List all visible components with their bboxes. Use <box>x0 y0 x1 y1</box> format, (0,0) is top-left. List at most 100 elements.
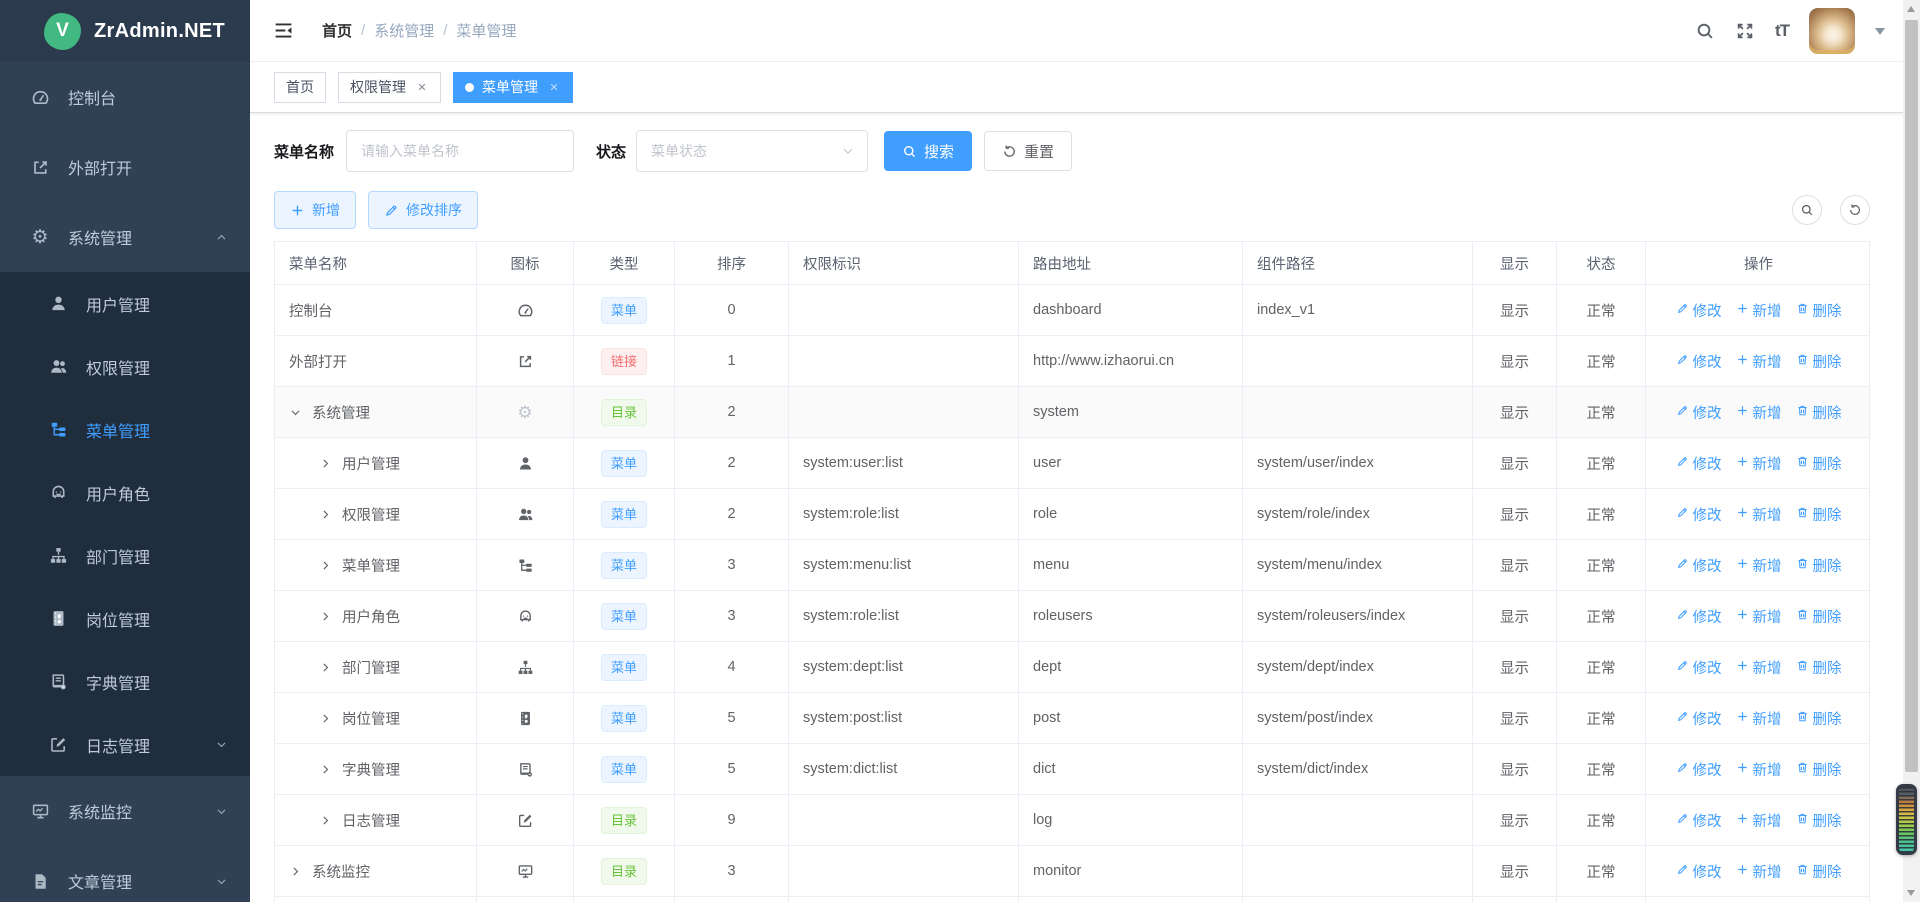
edit-link[interactable]: 修改 <box>1676 810 1722 831</box>
page-scrollbar[interactable] <box>1903 0 1920 902</box>
expand-row-icon[interactable] <box>319 814 342 827</box>
header-search-icon[interactable] <box>1695 21 1715 41</box>
expand-row-icon[interactable] <box>319 763 342 776</box>
delete-link[interactable]: 删除 <box>1796 555 1842 576</box>
add-link[interactable]: 新增 <box>1736 504 1782 525</box>
expand-row-icon[interactable] <box>319 610 342 623</box>
delete-link[interactable]: 删除 <box>1796 453 1842 474</box>
hamburger-icon[interactable] <box>273 20 294 41</box>
add-link[interactable]: 新增 <box>1736 402 1782 423</box>
trash-icon <box>1796 659 1809 676</box>
navbar-actions: tT <box>1695 8 1885 54</box>
expand-row-icon[interactable] <box>319 559 342 572</box>
edit-link[interactable]: 修改 <box>1676 351 1722 372</box>
sidebar-item-perm-mgmt[interactable]: 权限管理 <box>0 335 250 398</box>
dict-icon <box>517 761 534 778</box>
add-link[interactable]: 新增 <box>1736 453 1782 474</box>
add-link[interactable]: 新增 <box>1736 759 1782 780</box>
expand-row-icon[interactable] <box>319 457 342 470</box>
expand-row-icon[interactable] <box>319 712 342 725</box>
sort-edit-button[interactable]: 修改排序 <box>368 191 478 229</box>
sidebar-item-dept-mgmt[interactable]: 部门管理 <box>0 524 250 587</box>
tab-perm-mgmt[interactable]: 权限管理 <box>338 72 441 103</box>
delete-link[interactable]: 删除 <box>1796 657 1842 678</box>
type-tag: 菜单 <box>601 705 647 732</box>
add-link[interactable]: 新增 <box>1736 351 1782 372</box>
avatar[interactable] <box>1809 8 1855 54</box>
close-icon[interactable] <box>546 80 561 95</box>
permission-cell: system:dict:list <box>789 744 1019 794</box>
expand-row-icon[interactable] <box>319 661 342 674</box>
sidebar-item-dict-mgmt[interactable]: 字典管理 <box>0 650 250 713</box>
delete-link[interactable]: 删除 <box>1796 708 1842 729</box>
edit-link[interactable]: 修改 <box>1676 555 1722 576</box>
status-cell: 正常 <box>1557 693 1646 743</box>
table-refresh-button[interactable] <box>1840 195 1870 225</box>
sidebar-item-user-role[interactable]: 用户角色 <box>0 461 250 524</box>
add-link[interactable]: 新增 <box>1736 861 1782 882</box>
add-link[interactable]: 新增 <box>1736 657 1782 678</box>
add-link[interactable]: 新增 <box>1736 708 1782 729</box>
tab-menu-mgmt[interactable]: 菜单管理 <box>453 72 573 103</box>
sidebar-item-external-open[interactable]: 外部打开 <box>0 132 250 202</box>
menu-icon-cell <box>477 438 574 488</box>
font-size-icon[interactable]: tT <box>1775 21 1789 41</box>
menu-type-cell: 菜单 <box>574 591 675 641</box>
menu-type-cell: 菜单 <box>574 285 675 335</box>
tab-home[interactable]: 首页 <box>274 72 326 103</box>
app-logo[interactable]: V ZrAdmin.NET <box>0 0 250 62</box>
add-button[interactable]: 新增 <box>274 191 356 229</box>
delete-link[interactable]: 删除 <box>1796 861 1842 882</box>
edit-link[interactable]: 修改 <box>1676 453 1722 474</box>
close-icon[interactable] <box>414 80 429 95</box>
edit-link[interactable]: 修改 <box>1676 504 1722 525</box>
breadcrumb-item-home[interactable]: 首页 <box>322 20 352 41</box>
sidebar-item-dashboard[interactable]: 控制台 <box>0 62 250 132</box>
menu-name-input[interactable] <box>346 130 574 172</box>
sidebar-item-post-mgmt[interactable]: 岗位管理 <box>0 587 250 650</box>
expand-row-icon[interactable] <box>289 865 312 878</box>
collapse-row-icon[interactable] <box>289 406 312 419</box>
sidebar-item-system-mgmt[interactable]: ⚙系统管理 <box>0 202 250 272</box>
menu-icon-cell <box>477 336 574 386</box>
scrollbar-thumb[interactable] <box>1905 20 1918 772</box>
delete-link[interactable]: 删除 <box>1796 351 1842 372</box>
edit-link[interactable]: 修改 <box>1676 759 1722 780</box>
edit-link[interactable]: 修改 <box>1676 402 1722 423</box>
edit-link[interactable]: 修改 <box>1676 861 1722 882</box>
edit-link[interactable]: 修改 <box>1676 708 1722 729</box>
sidebar-item-user-mgmt[interactable]: 用户管理 <box>0 272 250 335</box>
sidebar-item-log-mgmt[interactable]: 日志管理 <box>0 713 250 776</box>
menu-type-cell: 链接 <box>574 336 675 386</box>
floating-color-widget[interactable] <box>1896 784 1917 855</box>
add-link[interactable]: 新增 <box>1736 606 1782 627</box>
scroll-down-icon[interactable] <box>1907 890 1915 896</box>
sidebar-item-article-mgmt[interactable]: 文章管理 <box>0 846 250 902</box>
edit-link[interactable]: 修改 <box>1676 606 1722 627</box>
menu-type-cell: 菜单 <box>574 642 675 692</box>
sidebar-item-menu-mgmt[interactable]: 菜单管理 <box>0 398 250 461</box>
menu-type-cell: 菜单 <box>574 693 675 743</box>
delete-link[interactable]: 删除 <box>1796 504 1842 525</box>
search-button[interactable]: 搜索 <box>884 131 972 171</box>
add-link[interactable]: 新增 <box>1736 810 1782 831</box>
expand-row-icon[interactable] <box>319 508 342 521</box>
delete-link[interactable]: 删除 <box>1796 810 1842 831</box>
toggle-search-button[interactable] <box>1792 195 1822 225</box>
delete-link[interactable]: 删除 <box>1796 606 1842 627</box>
avatar-caret-icon[interactable] <box>1875 28 1885 40</box>
scroll-up-icon[interactable] <box>1907 6 1915 12</box>
delete-link[interactable]: 删除 <box>1796 759 1842 780</box>
delete-link[interactable]: 删除 <box>1796 300 1842 321</box>
type-tag: 目录 <box>601 858 647 885</box>
component-cell: system/roleusers/index <box>1243 591 1473 641</box>
delete-link[interactable]: 删除 <box>1796 402 1842 423</box>
add-link[interactable]: 新增 <box>1736 555 1782 576</box>
fullscreen-icon[interactable] <box>1735 21 1755 41</box>
sidebar-item-system-monitor[interactable]: 系统监控 <box>0 776 250 846</box>
edit-link[interactable]: 修改 <box>1676 300 1722 321</box>
reset-button[interactable]: 重置 <box>984 131 1072 171</box>
edit-link[interactable]: 修改 <box>1676 657 1722 678</box>
add-link[interactable]: 新增 <box>1736 300 1782 321</box>
status-select[interactable]: 菜单状态 <box>636 130 868 172</box>
